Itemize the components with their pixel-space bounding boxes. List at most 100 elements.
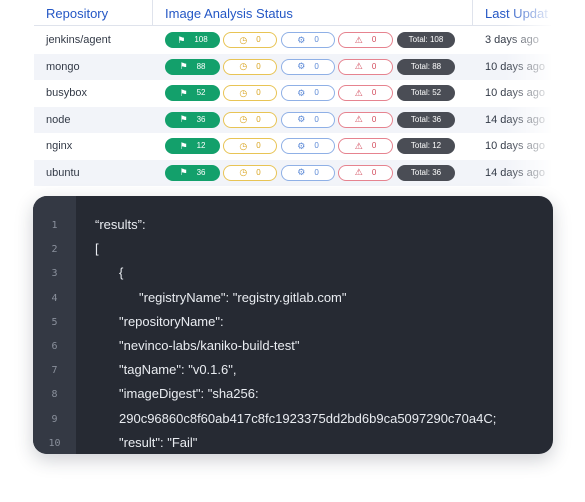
column-header-status[interactable]: Image Analysis Status bbox=[165, 6, 293, 21]
scanning-count-badge[interactable]: ⚙ 0 bbox=[281, 138, 335, 154]
clock-icon: ◷ bbox=[239, 140, 248, 151]
flag-icon: ⚑ bbox=[177, 34, 186, 45]
pending-count-badge[interactable]: ◷ 0 bbox=[223, 164, 277, 181]
code-line[interactable]: { bbox=[119, 265, 123, 280]
table-row[interactable]: mongo ⚑ 88 ◷ 0 ⚙ 0 ⚠ 0 Total: 88 10 days ago bbox=[34, 53, 551, 80]
pending-count: 0 bbox=[256, 114, 261, 124]
passed-count-badge[interactable]: ⚑ 52 bbox=[165, 85, 220, 101]
repository-name[interactable]: mongo bbox=[46, 61, 80, 73]
table-header: Repository Image Analysis Status Last Up… bbox=[34, 0, 551, 26]
clock-icon: ◷ bbox=[239, 167, 248, 177]
column-divider bbox=[472, 0, 473, 26]
repository-name[interactable]: nginx bbox=[46, 140, 72, 152]
last-updated: 10 days ago bbox=[485, 60, 545, 73]
failed-count: 0 bbox=[371, 61, 377, 71]
passed-count: 108 bbox=[194, 35, 208, 44]
line-number: 9 bbox=[51, 413, 58, 425]
pending-count-badge[interactable]: ◷ 0 bbox=[223, 111, 277, 128]
pending-count-badge[interactable]: ◷ 0 bbox=[223, 32, 277, 48]
failed-count-badge[interactable]: ⚠ 0 bbox=[338, 138, 393, 154]
column-divider bbox=[152, 0, 153, 26]
pending-count: 0 bbox=[256, 88, 261, 97]
line-number: 3 bbox=[51, 268, 58, 280]
gear-icon: ⚙ bbox=[297, 140, 306, 151]
table-row[interactable]: jenkins/agent ⚑ 108 ◷ 0 ⚙ 0 ⚠ 0 Total: 108 3 days … bbox=[34, 27, 551, 53]
repository-name[interactable]: node bbox=[46, 114, 70, 126]
clock-icon: ◷ bbox=[239, 34, 248, 45]
scanning-count: 0 bbox=[314, 88, 319, 97]
passed-count-badge[interactable]: ⚑ 12 bbox=[165, 138, 220, 154]
failed-count-badge[interactable]: ⚠ 0 bbox=[338, 58, 393, 75]
repository-name[interactable]: jenkins/agent bbox=[46, 34, 111, 46]
line-number: 6 bbox=[51, 341, 58, 352]
column-header-last-updated[interactable]: Last Updat bbox=[485, 6, 548, 21]
clock-icon: ◷ bbox=[239, 87, 248, 98]
passed-count: 36 bbox=[196, 167, 206, 177]
code-line[interactable]: [ bbox=[95, 241, 99, 256]
scanning-count-badge[interactable]: ⚙ 0 bbox=[281, 111, 335, 128]
scanning-count: 0 bbox=[314, 35, 319, 44]
last-updated: 14 days ago bbox=[485, 113, 545, 126]
pending-count-badge[interactable]: ◷ 0 bbox=[223, 85, 277, 101]
failed-count: 0 bbox=[371, 141, 377, 150]
warning-icon: ⚠ bbox=[354, 34, 363, 45]
passed-count-badge[interactable]: ⚑ 108 bbox=[165, 32, 220, 48]
gear-icon: ⚙ bbox=[297, 87, 306, 98]
pending-count: 0 bbox=[256, 35, 261, 44]
warning-icon: ⚠ bbox=[354, 61, 363, 71]
total-count-badge: Total: 52 bbox=[397, 85, 455, 101]
failed-count: 0 bbox=[371, 114, 377, 124]
gear-icon: ⚙ bbox=[297, 114, 306, 124]
table-row[interactable]: ubuntu ⚑ 36 ◷ 0 ⚙ 0 ⚠ 0 Total: 36 14 days ago bbox=[34, 159, 551, 186]
line-number: 5 bbox=[51, 316, 58, 328]
failed-count: 0 bbox=[371, 167, 377, 177]
failed-count-badge[interactable]: ⚠ 0 bbox=[338, 32, 393, 48]
last-updated: 3 days ago bbox=[485, 34, 539, 46]
flag-icon: ⚑ bbox=[179, 114, 188, 124]
code-line[interactable]: "imageDigest": "sha256: bbox=[119, 386, 259, 401]
passed-count-badge[interactable]: ⚑ 36 bbox=[165, 111, 220, 128]
scanning-count-badge[interactable]: ⚙ 0 bbox=[281, 164, 335, 181]
last-updated: 10 days ago bbox=[485, 140, 545, 152]
code-line[interactable]: 290c96860c8f60ab417c8fc1923375dd2bd6b9ca… bbox=[119, 411, 496, 426]
code-line[interactable]: "repositoryName": bbox=[119, 314, 224, 329]
scanning-count-badge[interactable]: ⚙ 0 bbox=[281, 85, 335, 101]
total-count-badge: Total: 108 bbox=[397, 32, 455, 48]
passed-count: 12 bbox=[196, 141, 206, 150]
line-number: 8 bbox=[51, 389, 58, 401]
table-row[interactable]: nginx ⚑ 12 ◷ 0 ⚙ 0 ⚠ 0 Total: 12 10 days ago bbox=[34, 133, 551, 159]
scanning-count: 0 bbox=[314, 114, 319, 124]
repository-table: Repository Image Analysis Status Last Up… bbox=[34, 0, 551, 186]
failed-count-badge[interactable]: ⚠ 0 bbox=[338, 85, 393, 101]
line-number: 2 bbox=[51, 244, 58, 256]
pending-count-badge[interactable]: ◷ 0 bbox=[223, 58, 277, 75]
warning-icon: ⚠ bbox=[354, 167, 363, 177]
failed-count-badge[interactable]: ⚠ 0 bbox=[338, 111, 393, 128]
passed-count: 52 bbox=[196, 88, 206, 97]
failed-count: 0 bbox=[371, 35, 377, 44]
gear-icon: ⚙ bbox=[297, 61, 306, 71]
scanning-count-badge[interactable]: ⚙ 0 bbox=[281, 58, 335, 75]
repository-name[interactable]: busybox bbox=[46, 87, 87, 99]
flag-icon: ⚑ bbox=[179, 61, 188, 71]
warning-icon: ⚠ bbox=[354, 140, 363, 151]
code-line[interactable]: “results”: bbox=[95, 217, 146, 232]
line-number: 10 bbox=[48, 437, 61, 449]
repository-name[interactable]: ubuntu bbox=[46, 167, 80, 179]
failed-count-badge[interactable]: ⚠ 0 bbox=[338, 164, 393, 181]
code-line[interactable]: "tagName": "v0.1.6", bbox=[119, 362, 236, 377]
passed-count-badge[interactable]: ⚑ 88 bbox=[165, 58, 220, 75]
code-line[interactable]: "nevinco-labs/kaniko-build-test" bbox=[119, 338, 299, 353]
code-line[interactable]: "result": "Fail" bbox=[119, 435, 197, 450]
last-updated: 14 days ago bbox=[485, 166, 545, 179]
pending-count-badge[interactable]: ◷ 0 bbox=[223, 138, 277, 154]
warning-icon: ⚠ bbox=[354, 114, 363, 124]
total-count-badge: Total: 36 bbox=[397, 111, 455, 128]
table-row[interactable]: node ⚑ 36 ◷ 0 ⚙ 0 ⚠ 0 Total: 36 14 days ago bbox=[34, 106, 551, 133]
code-line[interactable]: "registryName": "registry.gitlab.com" bbox=[139, 290, 347, 305]
passed-count-badge[interactable]: ⚑ 36 bbox=[165, 164, 220, 181]
line-number: 4 bbox=[51, 292, 58, 304]
table-row[interactable]: busybox ⚑ 52 ◷ 0 ⚙ 0 ⚠ 0 Total: 52 10 days ago bbox=[34, 80, 551, 106]
scanning-count-badge[interactable]: ⚙ 0 bbox=[281, 32, 335, 48]
column-header-repository[interactable]: Repository bbox=[46, 6, 108, 21]
